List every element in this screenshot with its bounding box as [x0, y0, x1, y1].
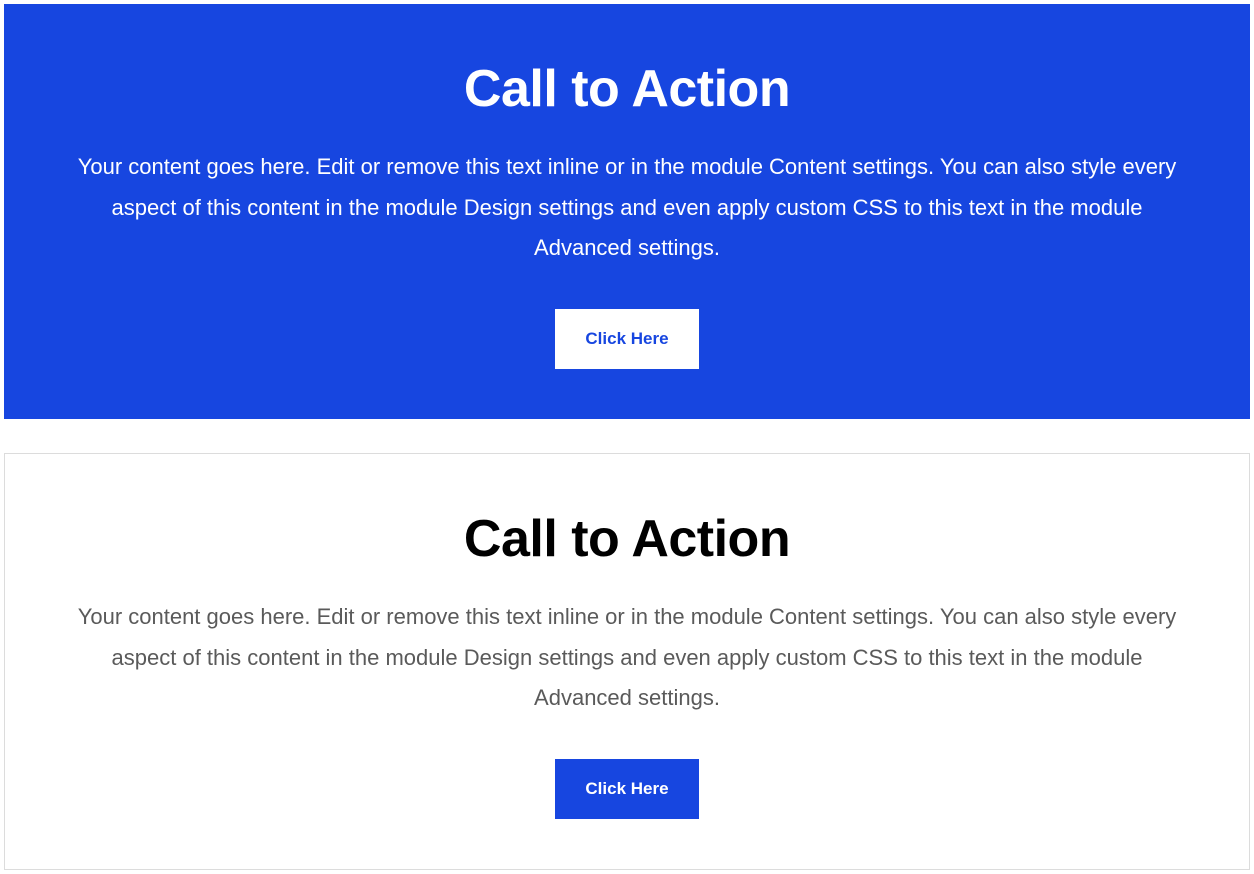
- cta-section-light: Call to Action Your content goes here. E…: [4, 453, 1250, 870]
- cta-title: Call to Action: [64, 59, 1190, 119]
- cta-description: Your content goes here. Edit or remove t…: [77, 597, 1177, 719]
- cta-title: Call to Action: [65, 509, 1189, 569]
- cta-button[interactable]: Click Here: [555, 309, 698, 369]
- cta-section-dark: Call to Action Your content goes here. E…: [4, 4, 1250, 419]
- cta-description: Your content goes here. Edit or remove t…: [77, 147, 1177, 269]
- cta-button[interactable]: Click Here: [555, 759, 698, 819]
